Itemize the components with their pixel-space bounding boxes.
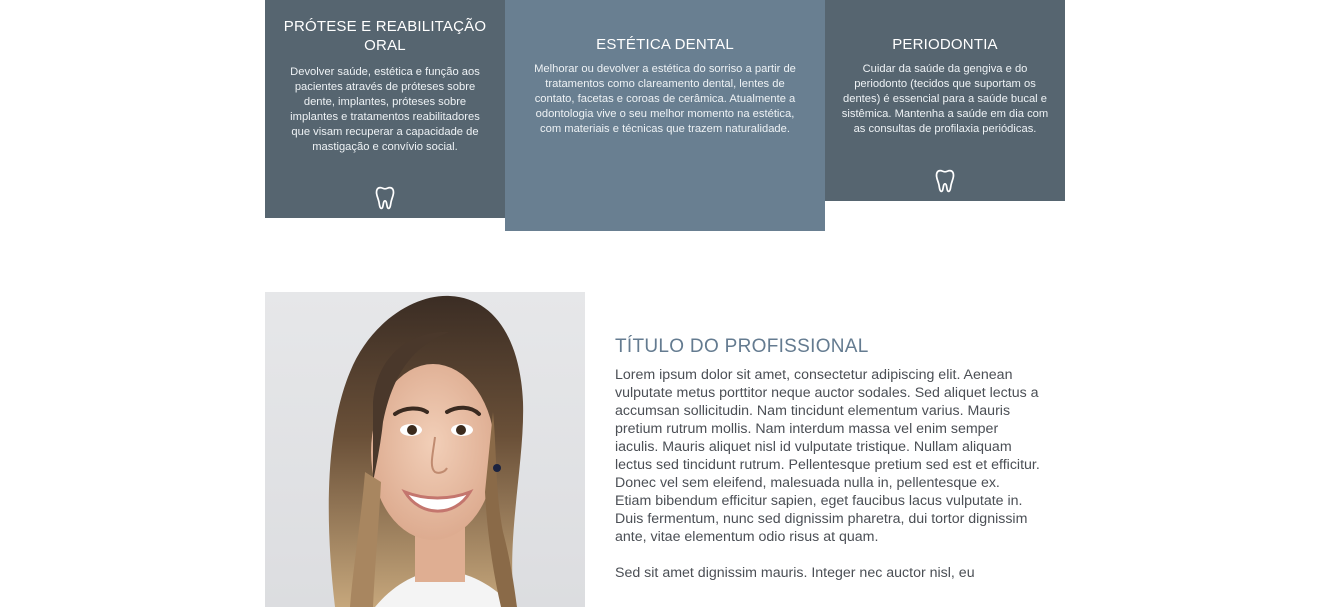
services-section: PRÓTESE E REABILITAÇÃO ORAL Devolver saú… — [265, 0, 1065, 231]
service-card-protese: PRÓTESE E REABILITAÇÃO ORAL Devolver saú… — [265, 0, 505, 218]
page: PRÓTESE E REABILITAÇÃO ORAL Devolver saú… — [0, 0, 1329, 607]
professional-photo — [265, 292, 585, 607]
professional-paragraph: Sed sit amet dignissim mauris. Integer n… — [615, 565, 975, 581]
service-title: PRÓTESE E REABILITAÇÃO ORAL — [283, 18, 487, 54]
service-description: Devolver saúde, estética e função aos pa… — [290, 66, 480, 153]
tooth-icon — [375, 186, 395, 210]
service-description: Cuidar da saúde da gengiva e do periodon… — [841, 63, 1049, 135]
service-title: ESTÉTICA DENTAL — [596, 36, 734, 53]
service-description: Melhorar ou devolver a estética do sorri… — [534, 63, 796, 135]
service-card-periodontia: PERIODONTIA Cuidar da saúde da gengiva e… — [825, 0, 1065, 201]
professional-title: TÍTULO DO PROFISSIONAL — [615, 336, 869, 357]
service-card-estetica: ESTÉTICA DENTAL Melhorar ou devolver a e… — [505, 0, 825, 231]
professional-paragraph: Lorem ipsum dolor sit amet, consectetur … — [615, 367, 1040, 545]
professional-content: TÍTULO DO PROFISSIONAL Lorem ipsum dolor… — [615, 335, 1040, 600]
tooth-icon — [935, 169, 955, 193]
service-title: PERIODONTIA — [892, 36, 998, 53]
